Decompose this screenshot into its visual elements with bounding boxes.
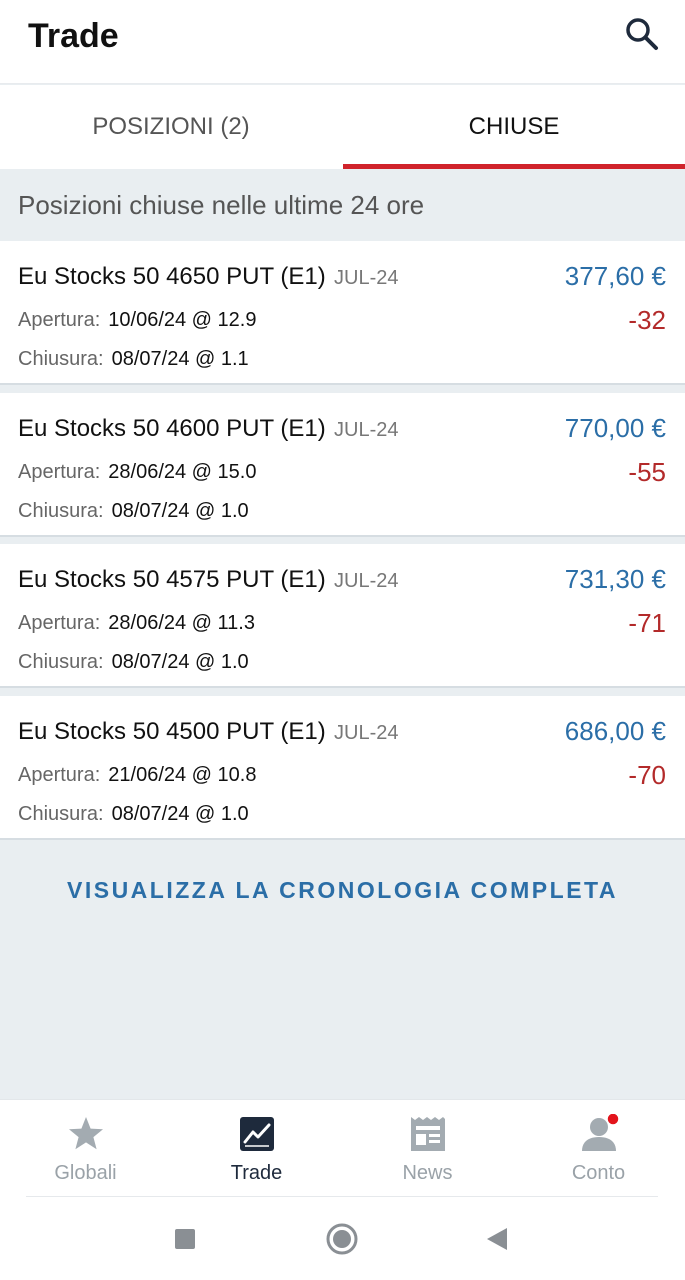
close-value: 08/07/24 @ 1.1 bbox=[111, 348, 249, 370]
chart-icon bbox=[239, 1117, 274, 1151]
tab-bar: POSIZIONI (2) CHIUSE bbox=[0, 85, 685, 169]
open-value: 21/06/24 @ 10.8 bbox=[108, 764, 257, 786]
open-value: 10/06/24 @ 12.9 bbox=[108, 309, 257, 331]
expiry-label: JUL-24 bbox=[334, 267, 399, 289]
open-label: Apertura: bbox=[18, 461, 101, 483]
nav-item-globali[interactable]: Globali bbox=[0, 1100, 171, 1198]
home-icon[interactable] bbox=[325, 1222, 359, 1256]
profit-loss: -71 bbox=[628, 608, 666, 638]
full-history-link[interactable]: VISUALIZZA LA CRONOLOGIA COMPLETA bbox=[0, 862, 685, 918]
nav-item-news[interactable]: News bbox=[342, 1100, 513, 1198]
user-icon bbox=[581, 1114, 619, 1151]
expiry-label: JUL-24 bbox=[334, 570, 399, 592]
instrument-name: Eu Stocks 50 4650 PUT (E1) bbox=[18, 263, 326, 290]
newspaper-icon bbox=[410, 1117, 445, 1151]
open-row: Apertura: 10/06/24 @ 12.9 bbox=[18, 309, 256, 332]
close-value: 08/07/24 @ 1.0 bbox=[111, 803, 249, 825]
tab-positions-label: POSIZIONI (2) bbox=[92, 113, 250, 140]
open-label: Apertura: bbox=[18, 612, 101, 634]
nav-label-globali: Globali bbox=[54, 1162, 117, 1184]
tab-closed[interactable]: CHIUSE bbox=[343, 85, 685, 169]
system-nav-bar bbox=[0, 1197, 685, 1280]
instrument-name: Eu Stocks 50 4575 PUT (E1) bbox=[18, 566, 326, 593]
open-row: Apertura: 28/06/24 @ 15.0 bbox=[18, 461, 256, 484]
position-amount: 770,00 € bbox=[564, 413, 666, 443]
nav-label-news: News bbox=[402, 1162, 453, 1184]
profit-loss: -70 bbox=[628, 760, 666, 790]
recents-icon[interactable] bbox=[173, 1227, 197, 1251]
section-title: Posizioni chiuse nelle ultime 24 ore bbox=[0, 169, 685, 241]
star-icon bbox=[68, 1117, 103, 1150]
close-row: Chiusura: 08/07/24 @ 1.0 bbox=[18, 651, 249, 674]
closed-position-card[interactable]: Eu Stocks 50 4600 PUT (E1) JUL-24 Apertu… bbox=[0, 393, 685, 537]
closed-position-card[interactable]: Eu Stocks 50 4650 PUT (E1) JUL-24 Apertu… bbox=[0, 241, 685, 385]
close-label: Chiusura: bbox=[18, 803, 104, 825]
open-label: Apertura: bbox=[18, 764, 101, 786]
open-label: Apertura: bbox=[18, 309, 101, 331]
open-row: Apertura: 28/06/24 @ 11.3 bbox=[18, 612, 255, 635]
close-label: Chiusura: bbox=[18, 348, 104, 370]
close-row: Chiusura: 08/07/24 @ 1.0 bbox=[18, 803, 249, 826]
position-amount: 731,30 € bbox=[564, 564, 666, 594]
closed-position-card[interactable]: Eu Stocks 50 4500 PUT (E1) JUL-24 Apertu… bbox=[0, 696, 685, 840]
app-header: Trade bbox=[0, 0, 685, 84]
tab-closed-label: CHIUSE bbox=[468, 113, 560, 140]
expiry-label: JUL-24 bbox=[334, 722, 399, 744]
nav-label-conto: Conto bbox=[571, 1162, 626, 1184]
position-amount: 377,60 € bbox=[564, 261, 666, 291]
nav-item-trade[interactable]: Trade bbox=[171, 1100, 342, 1198]
tab-positions[interactable]: POSIZIONI (2) bbox=[0, 85, 342, 169]
search-icon[interactable] bbox=[624, 16, 660, 52]
expiry-label: JUL-24 bbox=[334, 419, 399, 441]
nav-item-conto[interactable]: Conto bbox=[513, 1100, 684, 1198]
profit-loss: -55 bbox=[628, 457, 666, 487]
close-row: Chiusura: 08/07/24 @ 1.0 bbox=[18, 500, 249, 523]
open-row: Apertura: 21/06/24 @ 10.8 bbox=[18, 764, 256, 787]
close-value: 08/07/24 @ 1.0 bbox=[111, 500, 249, 522]
close-label: Chiusura: bbox=[18, 500, 104, 522]
open-value: 28/06/24 @ 15.0 bbox=[108, 461, 257, 483]
close-row: Chiusura: 08/07/24 @ 1.1 bbox=[18, 348, 249, 371]
back-icon[interactable] bbox=[485, 1226, 509, 1252]
page-title: Trade bbox=[28, 17, 119, 55]
close-value: 08/07/24 @ 1.0 bbox=[111, 651, 249, 673]
closed-position-card[interactable]: Eu Stocks 50 4575 PUT (E1) JUL-24 Apertu… bbox=[0, 544, 685, 688]
instrument-name: Eu Stocks 50 4600 PUT (E1) bbox=[18, 415, 326, 442]
instrument-name: Eu Stocks 50 4500 PUT (E1) bbox=[18, 718, 326, 745]
bottom-nav: Globali Trade News Conto bbox=[0, 1099, 685, 1197]
profit-loss: -32 bbox=[628, 305, 666, 335]
open-value: 28/06/24 @ 11.3 bbox=[108, 612, 255, 634]
nav-label-trade: Trade bbox=[230, 1162, 283, 1184]
position-amount: 686,00 € bbox=[564, 716, 666, 746]
close-label: Chiusura: bbox=[18, 651, 104, 673]
